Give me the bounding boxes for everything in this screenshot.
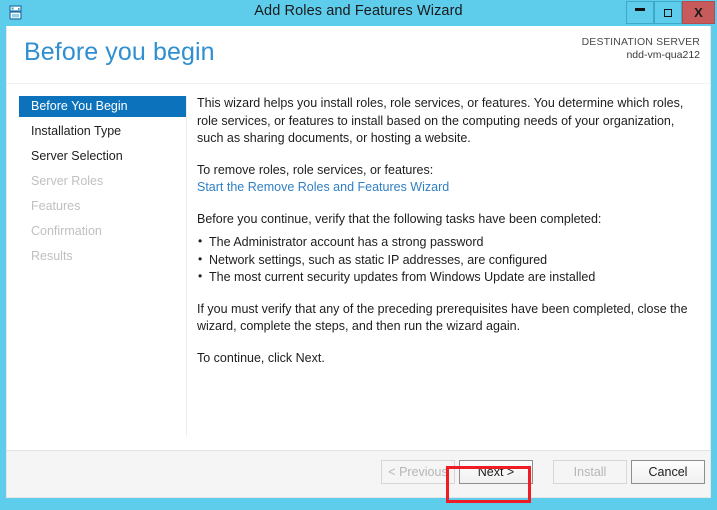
cancel-button[interactable]: Cancel	[631, 460, 705, 484]
list-item: The Administrator account has a strong p…	[197, 233, 697, 252]
wizard-step-nav: Before You Begin Installation Type Serve…	[19, 96, 186, 271]
sidebar-item-installation-type[interactable]: Installation Type	[19, 121, 186, 142]
page-title: Before you begin	[24, 38, 215, 66]
verify-heading: Before you continue, verify that the fol…	[197, 211, 602, 226]
maximize-icon	[664, 8, 672, 17]
wizard-client-area: Before you begin DESTINATION SERVER ndd-…	[6, 26, 711, 498]
close-button[interactable]: X	[682, 1, 715, 24]
wizard-button-bar: < Previous Next > Install Cancel	[7, 450, 710, 497]
remove-roles-wizard-link[interactable]: Start the Remove Roles and Features Wiza…	[197, 180, 449, 194]
sidebar-item-features: Features	[31, 199, 81, 213]
wizard-window: Add Roles and Features Wizard X Before y…	[0, 0, 717, 510]
list-item: Network settings, such as static IP addr…	[197, 251, 697, 270]
destination-server-name: ndd-vm-qua212	[626, 49, 700, 61]
next-button[interactable]: Next >	[459, 460, 533, 484]
page-header: Before you begin DESTINATION SERVER ndd-…	[7, 26, 710, 84]
window-title: Add Roles and Features Wizard	[254, 3, 463, 19]
sidebar-divider	[186, 96, 187, 436]
sidebar-item-results: Results	[31, 249, 73, 263]
minimize-button[interactable]	[626, 1, 654, 24]
destination-server-label: DESTINATION SERVER	[581, 36, 700, 48]
sidebar-item-confirmation: Confirmation	[31, 224, 102, 238]
intro-paragraph: This wizard helps you install roles, rol…	[197, 96, 684, 145]
header-divider	[7, 83, 710, 84]
list-item: The most current security updates from W…	[197, 268, 697, 287]
sidebar-item-server-roles: Server Roles	[31, 174, 104, 188]
install-button: Install	[553, 460, 627, 484]
wizard-content: This wizard helps you install roles, rol…	[197, 95, 697, 381]
sidebar-item-server-selection[interactable]: Server Selection	[19, 146, 186, 167]
remove-heading: To remove roles, role services, or featu…	[197, 162, 434, 177]
minimize-icon	[635, 8, 645, 11]
sidebar-item-before-you-begin[interactable]: Before You Begin	[19, 96, 186, 117]
previous-button: < Previous	[381, 460, 455, 484]
destination-server-block: DESTINATION SERVER ndd-vm-qua212	[582, 36, 700, 62]
maximize-button[interactable]	[654, 1, 682, 24]
title-bar[interactable]: Add Roles and Features Wizard X	[0, 0, 717, 26]
window-controls: X	[626, 1, 715, 24]
prerequisite-checklist: The Administrator account has a strong p…	[197, 233, 697, 287]
prerequisites-note: If you must verify that any of the prece…	[197, 301, 688, 334]
continue-note: To continue, click Next.	[197, 350, 325, 365]
